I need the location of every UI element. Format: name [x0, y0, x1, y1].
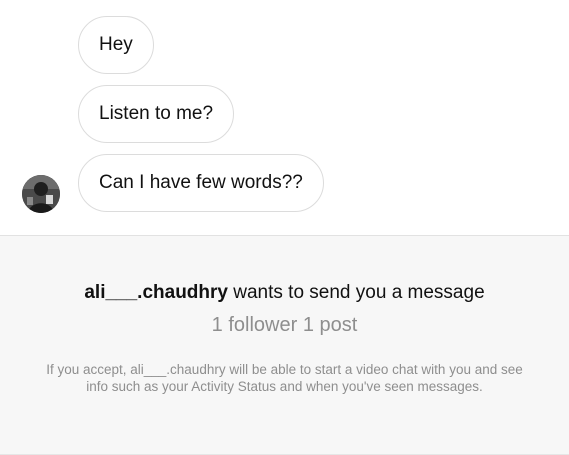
- avatar[interactable]: [22, 175, 60, 213]
- avatar-photo: [22, 175, 60, 213]
- request-note: If you accept, ali___.chaudhry will be a…: [46, 362, 523, 394]
- message-thread: Hey Listen to me? Can I have few words??: [0, 0, 569, 235]
- message-bubble[interactable]: Listen to me?: [78, 85, 235, 143]
- message-text: Can I have few words??: [99, 172, 303, 193]
- request-title: ali___.chaudhry wants to send you a mess…: [0, 282, 569, 304]
- message-request-panel: ali___.chaudhry wants to send you a mess…: [0, 235, 569, 455]
- message-text: Hey: [99, 34, 133, 55]
- request-title-text: wants to send you a message: [227, 282, 485, 303]
- message-bubble[interactable]: Can I have few words??: [78, 154, 324, 212]
- message-text: Listen to me?: [99, 103, 214, 124]
- request-username[interactable]: ali___.chaudhry: [84, 282, 228, 303]
- message-bubble[interactable]: Hey: [78, 16, 154, 74]
- request-stats: 1 follower 1 post: [211, 314, 358, 336]
